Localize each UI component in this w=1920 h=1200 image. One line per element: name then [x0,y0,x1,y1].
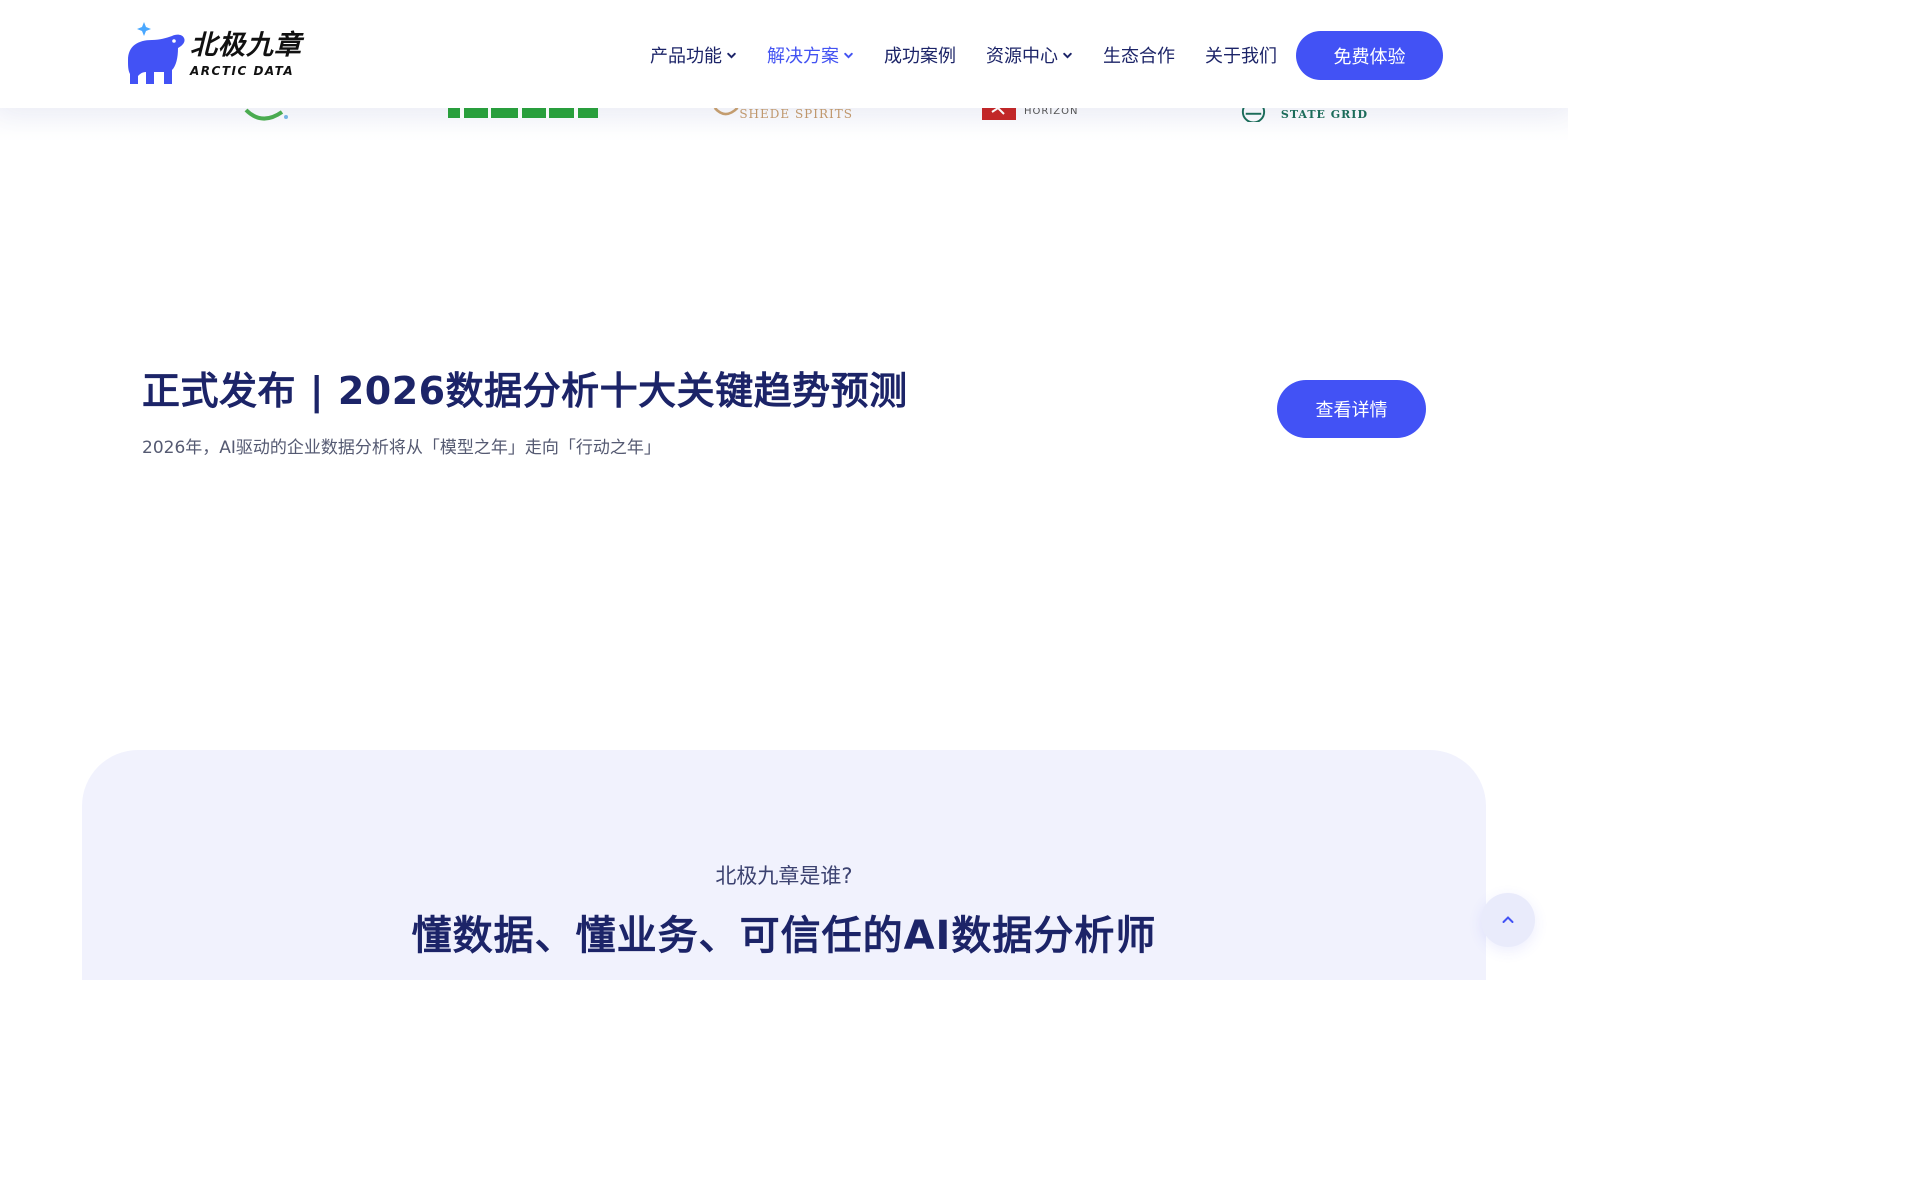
state-grid-logo-text: STATE GRID [1280,107,1368,121]
logo-wordmark: 北极九章 ARCTIC DATA [190,30,302,78]
nav-item-label: 关于我们 [1205,46,1277,67]
logo-name-cn: 北极九章 [190,30,302,61]
nav-item-resources[interactable]: 资源中心 [986,42,1073,68]
site-header: 北极九章 ARCTIC DATA 产品功能 解决方案 成功案例 资源中心 生态合… [0,0,1568,108]
view-details-button[interactable]: 查看详情 [1277,380,1426,438]
nav-item-about[interactable]: 关于我们 [1205,42,1277,68]
page: SHEDE SPIRITS HORIZON STATE GRID 北极九章 AR… [0,0,1568,980]
nav-item-label: 生态合作 [1103,46,1175,67]
nav-item-label: 资源中心 [986,46,1058,67]
nav-item-solutions[interactable]: 解决方案 [767,42,854,68]
polar-bear-icon [122,18,188,90]
banner-subtitle: 2026年，AI驱动的企业数据分析将从「模型之年」走向「行动之年」 [142,438,661,458]
nav-item-label: 产品功能 [650,46,722,67]
chevron-down-icon [844,52,853,59]
about-heading: 懂数据、懂业务、可信任的AI数据分析师 [411,913,1157,959]
nav-item-label: 解决方案 [767,46,839,67]
nav-item-label: 成功案例 [884,46,956,67]
banner-title: 正式发布 | 2026数据分析十大关键趋势预测 [142,369,908,413]
chevron-down-icon [727,52,736,59]
chevron-up-icon [1502,916,1514,923]
about-eyebrow: 北极九章是谁? [715,864,853,888]
back-to-top-button[interactable] [1481,893,1535,947]
main-nav: 产品功能 解决方案 成功案例 资源中心 生态合作 关于我们 [650,38,1307,72]
logo-name-en: ARCTIC DATA [190,64,295,78]
nav-item-products[interactable]: 产品功能 [650,42,737,68]
shede-logo-text: SHEDE SPIRITS [739,107,853,121]
free-trial-button[interactable]: 免费体验 [1296,31,1443,80]
nav-item-cases[interactable]: 成功案例 [884,42,956,68]
nav-item-ecosystem[interactable]: 生态合作 [1103,42,1175,68]
chevron-down-icon [1063,52,1072,59]
brand-logo[interactable]: 北极九章 ARCTIC DATA [122,18,302,90]
